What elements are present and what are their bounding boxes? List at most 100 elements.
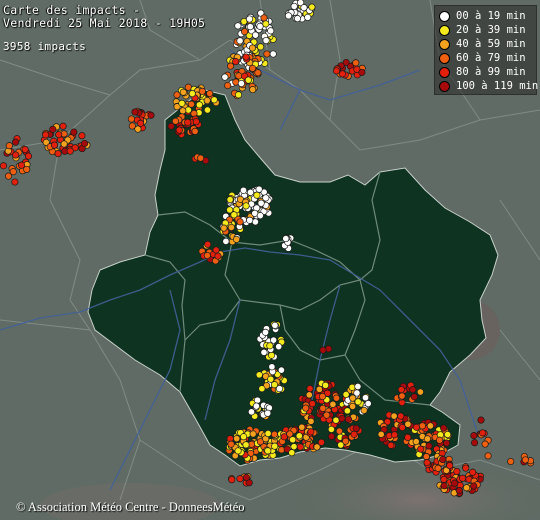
strike-dot: [249, 86, 257, 94]
strike-dot: [131, 108, 139, 116]
strike-dot: [226, 206, 234, 214]
strike-dot: [307, 417, 315, 425]
strike-dot: [409, 386, 417, 394]
strike-dot: [306, 385, 314, 393]
strike-dot: [423, 435, 431, 443]
strike-dot: [171, 117, 180, 125]
strike-dot: [206, 89, 214, 98]
strike-dot: [54, 150, 62, 158]
strike-dot: [236, 37, 244, 45]
strike-dot: [300, 4, 308, 12]
strike-dot: [188, 90, 196, 98]
strike-dot: [247, 408, 256, 416]
strike-dot: [423, 459, 431, 467]
strike-dot: [436, 436, 444, 444]
strike-dot: [251, 31, 260, 39]
strike-dot: [462, 464, 470, 472]
strike-dot: [479, 429, 487, 437]
strike-dot: [321, 381, 330, 389]
map-credit: © Association Météo Centre - DonneesMété…: [16, 500, 245, 514]
strike-dot: [134, 125, 142, 133]
strike-dot: [477, 416, 485, 424]
strike-dot: [49, 125, 57, 133]
impact-count: 3958 impacts: [3, 40, 87, 53]
strike-dot: [387, 441, 395, 449]
strike-dot: [221, 73, 229, 81]
strike-dot: [234, 91, 243, 99]
strike-dot: [390, 412, 398, 420]
strike-dot: [242, 441, 250, 449]
strike-dot: [270, 336, 278, 344]
strike-dot: [198, 87, 206, 95]
strike-dot: [343, 407, 351, 415]
strike-dot: [397, 412, 405, 420]
strike-dot: [234, 447, 242, 455]
strike-dot: [255, 185, 263, 193]
strike-dot: [397, 386, 405, 394]
strike-dot: [296, 443, 304, 451]
strike-dot: [264, 429, 272, 438]
strike-dot: [254, 69, 262, 77]
strike-dot: [267, 375, 275, 383]
strike-dot: [327, 432, 336, 440]
strike-dot: [17, 161, 26, 169]
strike-dot: [242, 473, 251, 482]
strike-dot: [60, 140, 68, 148]
strike-dot: [358, 68, 366, 76]
strike-dot: [329, 400, 337, 408]
legend-label: 40 à 59 min: [456, 38, 526, 50]
strike-dot: [286, 430, 294, 438]
strike-dot: [270, 430, 279, 438]
strike-dot: [78, 132, 86, 140]
strike-dot: [257, 43, 265, 51]
strike-dot: [245, 15, 254, 23]
strike-dot: [179, 88, 187, 96]
strike-dot: [471, 439, 479, 447]
strike-dot: [50, 141, 59, 149]
legend-swatch: [439, 52, 450, 64]
strike-dot: [262, 36, 270, 45]
strike-dot: [248, 44, 256, 52]
legend-item: 60 à 79 min: [439, 51, 526, 65]
strike-dot: [244, 76, 252, 84]
strike-dot: [348, 383, 356, 391]
strike-dot: [317, 438, 325, 446]
strike-dot: [352, 59, 360, 67]
strike-dot: [426, 422, 434, 430]
strike-dot: [439, 455, 447, 464]
strike-dot: [222, 237, 230, 245]
strike-dot: [470, 432, 478, 440]
lightning-map: Carte des impacts - Vendredi 25 Mai 2018…: [0, 0, 540, 520]
strike-dot: [507, 457, 515, 466]
strike-dot: [192, 118, 200, 126]
strike-dot: [282, 235, 290, 243]
strike-dot: [308, 3, 316, 11]
strike-dot: [4, 172, 13, 180]
legend-swatch: [439, 10, 450, 22]
strike-dot: [260, 14, 268, 22]
strike-dot: [203, 251, 211, 260]
strike-dot: [290, 443, 298, 451]
strike-dot: [315, 385, 323, 393]
strike-dot: [332, 394, 341, 402]
strike-dot: [240, 433, 248, 441]
strike-dot: [271, 442, 279, 450]
strike-dot: [354, 382, 362, 391]
strike-dot: [344, 415, 353, 423]
strike-dot: [444, 430, 452, 439]
strike-dot: [318, 392, 327, 401]
strike-dot: [398, 392, 406, 400]
strike-dot: [440, 475, 448, 483]
strike-dot: [459, 474, 467, 482]
strike-dot: [235, 72, 243, 80]
strike-dot: [227, 440, 235, 448]
strike-dot: [302, 404, 310, 412]
strike-dot: [220, 224, 228, 232]
strike-dot: [236, 475, 244, 483]
strike-dot: [295, 432, 303, 440]
strike-dot: [210, 96, 218, 104]
strike-dot: [298, 423, 306, 431]
strike-dot: [256, 212, 264, 220]
strike-dot: [12, 151, 20, 159]
strike-dot: [305, 391, 313, 399]
